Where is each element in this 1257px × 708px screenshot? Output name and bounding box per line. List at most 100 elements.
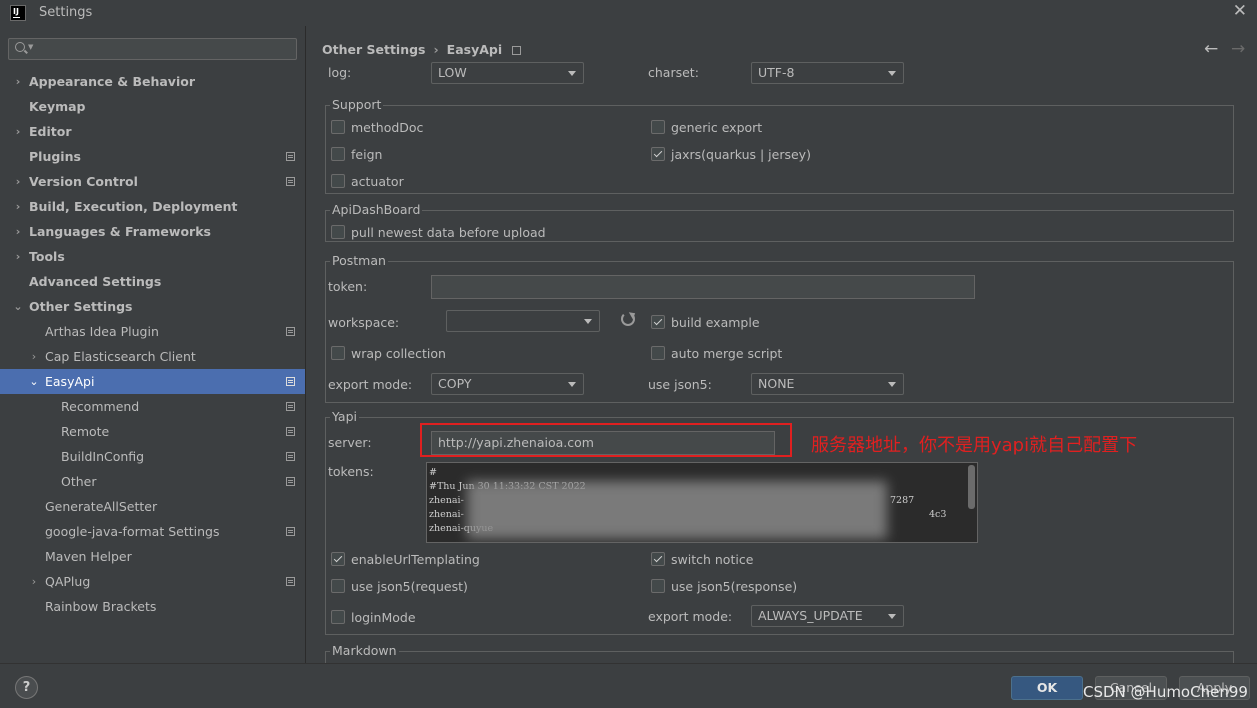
sidebar-item-generateallsetter[interactable]: GenerateAllSetter [0, 494, 305, 519]
markdown-group: Markdown [325, 643, 1234, 663]
sidebar-item-buildinconfig[interactable]: BuildInConfig [0, 444, 305, 469]
chevron-right-icon[interactable]: › [13, 194, 23, 219]
chevron-right-icon[interactable]: › [13, 169, 23, 194]
ok-button[interactable]: OK [1011, 676, 1083, 700]
feign-checkbox[interactable] [331, 147, 345, 161]
help-button[interactable]: ? [15, 676, 38, 699]
wrap-collection-checkbox[interactable] [331, 346, 345, 360]
token-line-tail: 4c3 [929, 509, 947, 520]
switch-notice-label: switch notice [671, 552, 754, 567]
workspace-label: workspace: [328, 315, 400, 330]
login-mode-label: loginMode [351, 610, 416, 625]
yapi-export-mode-value: ALWAYS_UPDATE [758, 608, 863, 623]
use-json5-value: NONE [758, 376, 795, 391]
project-settings-icon [286, 477, 295, 486]
close-icon[interactable]: ✕ [1233, 1, 1247, 21]
refresh-icon[interactable] [621, 312, 635, 326]
sidebar-item-label: Tools [29, 249, 65, 264]
chevron-right-icon[interactable]: › [13, 219, 23, 244]
yapi-export-mode-select[interactable]: ALWAYS_UPDATE [751, 605, 904, 627]
token-line: zhenai- [429, 495, 464, 506]
sidebar-item-label: Maven Helper [45, 549, 132, 564]
sidebar-item-recommend[interactable]: Recommend [0, 394, 305, 419]
sidebar-item-easyapi[interactable]: ⌄ EasyApi [0, 369, 305, 394]
forward-arrow-icon[interactable]: → [1231, 39, 1245, 59]
jaxrs-checkbox[interactable] [651, 147, 665, 161]
json5-response-label: use json5(response) [671, 579, 798, 594]
json5-request-checkbox[interactable] [331, 579, 345, 593]
breadcrumb-separator: › [433, 42, 439, 57]
build-example-label: build example [671, 315, 760, 330]
sidebar-item-label: BuildInConfig [61, 449, 145, 464]
sidebar-item-languages-frameworks[interactable]: › Languages & Frameworks [0, 219, 305, 244]
breadcrumb-parent[interactable]: Other Settings [322, 42, 426, 57]
sidebar-item-plugins[interactable]: Plugins [0, 144, 305, 169]
sidebar-item-remote[interactable]: Remote [0, 419, 305, 444]
generic-export-checkbox[interactable] [651, 120, 665, 134]
build-example-checkbox[interactable] [651, 315, 665, 329]
sidebar-item-label: Advanced Settings [29, 274, 162, 289]
switch-notice-checkbox[interactable] [651, 552, 665, 566]
feign-label: feign [351, 147, 383, 162]
login-mode-checkbox[interactable] [331, 610, 345, 624]
sidebar-item-label: Editor [29, 124, 72, 139]
project-settings-icon [286, 427, 295, 436]
sidebar-item-keymap[interactable]: Keymap [0, 94, 305, 119]
dialog-footer: ? OK Cancel Apply CSDN @HumoChen99 [0, 663, 1257, 708]
chevron-right-icon[interactable]: › [13, 69, 23, 94]
use-json5-label: use json5: [648, 377, 712, 392]
sidebar-item-advanced-settings[interactable]: Advanced Settings [0, 269, 305, 294]
chevron-down-icon [568, 71, 576, 76]
actuator-label: actuator [351, 174, 404, 189]
enable-url-templating-checkbox[interactable] [331, 552, 345, 566]
project-settings-icon [286, 527, 295, 536]
sidebar-item-build-execution-deployment[interactable]: › Build, Execution, Deployment [0, 194, 305, 219]
postman-token-label: token: [328, 279, 368, 294]
sidebar-item-label: Build, Execution, Deployment [29, 199, 238, 214]
back-arrow-icon[interactable]: ← [1204, 39, 1218, 59]
sidebar-item-cap-elasticsearch-client[interactable]: › Cap Elasticsearch Client [0, 344, 305, 369]
chevron-right-icon[interactable]: › [13, 119, 23, 144]
sidebar-item-appearance-behavior[interactable]: › Appearance & Behavior [0, 69, 305, 94]
sidebar-item-tools[interactable]: › Tools [0, 244, 305, 269]
postman-export-mode-select[interactable]: COPY [431, 373, 584, 395]
use-json5-select[interactable]: NONE [751, 373, 904, 395]
sidebar-item-other[interactable]: Other [0, 469, 305, 494]
chevron-right-icon[interactable]: › [29, 344, 39, 369]
sidebar-item-version-control[interactable]: › Version Control [0, 169, 305, 194]
tokens-label: tokens: [328, 464, 374, 479]
project-settings-icon [286, 152, 295, 161]
sidebar-item-maven-helper[interactable]: Maven Helper [0, 544, 305, 569]
auto-merge-checkbox[interactable] [651, 346, 665, 360]
actuator-checkbox[interactable] [331, 174, 345, 188]
chevron-down-icon[interactable]: ⌄ [29, 369, 39, 394]
sidebar-item-qaplug[interactable]: › QAPlug [0, 569, 305, 594]
json5-response-checkbox[interactable] [651, 579, 665, 593]
sidebar-item-editor[interactable]: › Editor [0, 119, 305, 144]
chevron-down-icon [888, 71, 896, 76]
yapi-group-title: Yapi [330, 409, 359, 425]
sidebar-item-other-settings[interactable]: ⌄ Other Settings [0, 294, 305, 319]
postman-export-mode-value: COPY [438, 376, 472, 391]
chevron-right-icon[interactable]: › [29, 569, 39, 594]
settings-sidebar: ▼ › Appearance & Behavior Keymap › Editor Plu… [0, 26, 305, 663]
sidebar-item-arthas-idea-plugin[interactable]: Arthas Idea Plugin [0, 319, 305, 344]
pull-newest-checkbox[interactable] [331, 225, 345, 239]
tokens-scrollbar[interactable] [968, 465, 975, 509]
log-level-select[interactable]: LOW [431, 62, 584, 84]
sidebar-item-label: Arthas Idea Plugin [45, 324, 159, 339]
sidebar-item-google-java-format-settings[interactable]: google-java-format Settings [0, 519, 305, 544]
tokens-textarea[interactable]: # #Thu Jun 30 11:33:32 CST 2022 zhenai- … [426, 462, 978, 543]
postman-token-input[interactable] [431, 275, 975, 299]
json5-request-label: use json5(request) [351, 579, 468, 594]
methoddoc-checkbox[interactable] [331, 120, 345, 134]
settings-search-input[interactable]: ▼ [8, 38, 297, 60]
charset-value: UTF-8 [758, 65, 795, 80]
sidebar-item-label: EasyApi [45, 374, 95, 389]
chevron-down-icon[interactable]: ⌄ [13, 294, 23, 319]
workspace-select[interactable] [446, 310, 600, 332]
chevron-right-icon[interactable]: › [13, 244, 23, 269]
sidebar-item-rainbow-brackets[interactable]: Rainbow Brackets [0, 594, 305, 619]
charset-select[interactable]: UTF-8 [751, 62, 904, 84]
settings-content: log: LOW charset: UTF-8 Support methodDo… [306, 62, 1257, 663]
